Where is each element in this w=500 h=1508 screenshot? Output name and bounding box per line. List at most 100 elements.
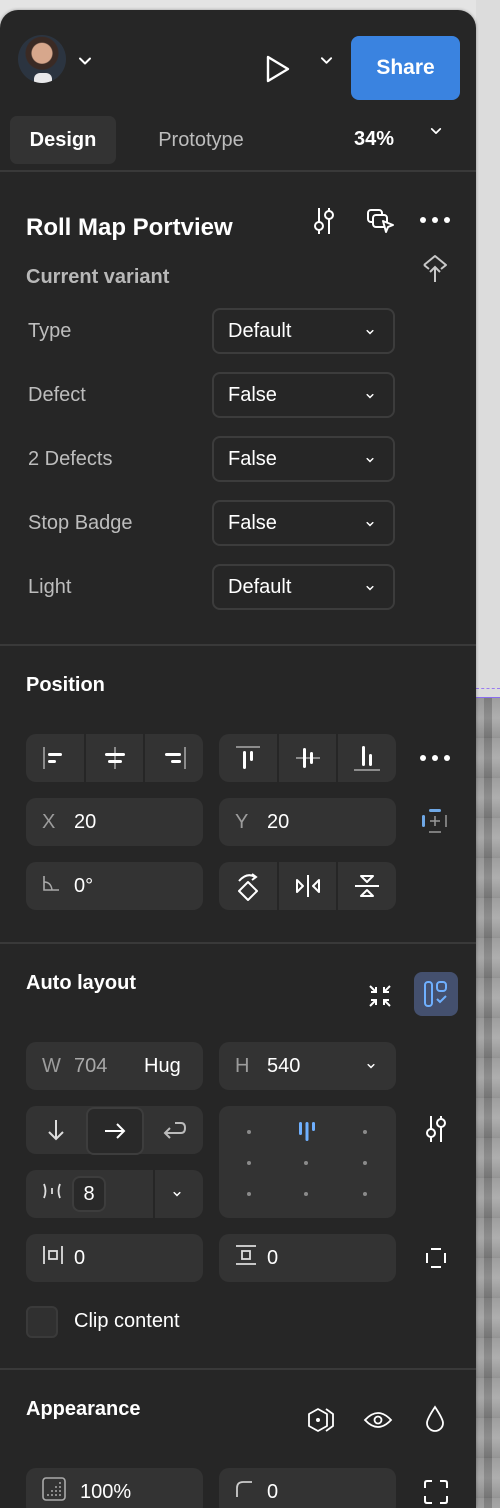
flip-horizontal-icon bbox=[295, 875, 320, 897]
component-properties-icon[interactable] bbox=[310, 206, 338, 236]
divider bbox=[0, 1368, 476, 1370]
remove-auto-layout-icon[interactable] bbox=[366, 982, 394, 1010]
individual-padding-icon[interactable] bbox=[422, 1244, 450, 1272]
property-select-light[interactable]: Default bbox=[212, 564, 395, 610]
property-value: False bbox=[228, 383, 277, 406]
align-vertical-center-icon bbox=[295, 748, 320, 768]
rotate-90-button[interactable] bbox=[219, 862, 279, 910]
user-avatar[interactable] bbox=[18, 35, 66, 83]
advanced-layout-settings-icon[interactable] bbox=[422, 1114, 450, 1144]
horizontal-padding-input[interactable]: 0 bbox=[26, 1234, 203, 1282]
auto-layout-section-title: Auto layout bbox=[26, 972, 136, 994]
align-middle-center[interactable] bbox=[304, 1161, 308, 1165]
property-select-type[interactable]: Default bbox=[212, 308, 395, 354]
direction-horizontal-button[interactable] bbox=[86, 1107, 144, 1155]
tab-prototype[interactable]: Prototype bbox=[136, 116, 266, 164]
blend-mode-drop-icon[interactable] bbox=[424, 1404, 446, 1434]
vertical-padding-input[interactable]: 0 bbox=[219, 1234, 396, 1282]
divider bbox=[0, 644, 476, 646]
align-horizontal-center-button[interactable] bbox=[86, 734, 146, 782]
align-right-button[interactable] bbox=[145, 734, 203, 782]
flip-horizontal-button[interactable] bbox=[279, 862, 339, 910]
tab-design[interactable]: Design bbox=[10, 116, 116, 164]
corner-radius-input[interactable]: 0 bbox=[219, 1468, 396, 1508]
property-value: False bbox=[228, 447, 277, 470]
avatar-chevron-down-icon[interactable] bbox=[78, 54, 92, 68]
flip-vertical-button[interactable] bbox=[338, 862, 396, 910]
align-bottom-button[interactable] bbox=[338, 734, 396, 782]
property-select-defect[interactable]: False bbox=[212, 372, 395, 418]
y-position-input[interactable]: Y 20 bbox=[219, 798, 396, 846]
gap-input[interactable]: 8 bbox=[72, 1176, 106, 1212]
variable-mode-icon[interactable] bbox=[306, 1406, 336, 1434]
divider bbox=[0, 942, 476, 944]
align-bottom-left[interactable] bbox=[247, 1192, 251, 1196]
horizontal-padding-icon bbox=[42, 1244, 74, 1272]
align-middle-right[interactable] bbox=[363, 1161, 367, 1165]
corner-radius-icon bbox=[235, 1480, 267, 1504]
w-label: W bbox=[42, 1054, 61, 1077]
visibility-eye-icon[interactable] bbox=[362, 1408, 394, 1432]
x-label: X bbox=[42, 810, 56, 833]
layout-guide-toggle-button[interactable] bbox=[414, 972, 458, 1016]
rotation-input[interactable]: 0° bbox=[26, 862, 203, 910]
vertical-padding-icon bbox=[235, 1244, 267, 1272]
individual-corners-icon[interactable] bbox=[422, 1478, 450, 1506]
wrap-icon bbox=[163, 1122, 186, 1139]
width-input[interactable]: W 704 Hug bbox=[26, 1042, 203, 1090]
share-button[interactable]: Share bbox=[351, 36, 460, 100]
alignment-grid[interactable] bbox=[219, 1106, 396, 1218]
canvas-frame-preview bbox=[476, 698, 500, 1508]
selection-guide bbox=[476, 688, 500, 689]
property-label: Defect bbox=[28, 384, 86, 406]
arrow-down-icon bbox=[47, 1120, 64, 1141]
horizontal-align-group bbox=[26, 734, 203, 782]
align-vertical-center-button[interactable] bbox=[279, 734, 339, 782]
h-value: 540 bbox=[267, 1054, 301, 1077]
zoom-level[interactable]: 34% bbox=[354, 128, 394, 151]
opacity-icon bbox=[42, 1477, 80, 1507]
align-top-left[interactable] bbox=[247, 1130, 251, 1134]
direction-wrap-button[interactable] bbox=[144, 1106, 203, 1154]
constraints-icon[interactable] bbox=[420, 807, 450, 835]
present-chevron-down-icon[interactable] bbox=[320, 54, 333, 67]
x-position-input[interactable]: X 20 bbox=[26, 798, 203, 846]
more-alignment-options-icon[interactable] bbox=[418, 750, 452, 766]
flip-vertical-icon bbox=[355, 875, 380, 897]
height-input[interactable]: H 540 bbox=[219, 1042, 396, 1090]
gap-chevron-down-icon[interactable] bbox=[172, 1189, 182, 1199]
select-instances-icon[interactable] bbox=[366, 208, 396, 236]
align-left-icon bbox=[43, 747, 62, 769]
align-bottom-center[interactable] bbox=[304, 1192, 308, 1196]
align-right-icon bbox=[165, 747, 186, 769]
clip-content-label: Clip content bbox=[74, 1310, 180, 1332]
go-to-main-component-icon[interactable] bbox=[420, 252, 450, 284]
design-panel: Share Design Prototype 34% Roll Map Port… bbox=[0, 10, 476, 1508]
align-top-center-active-icon[interactable] bbox=[294, 1120, 320, 1144]
align-top-right[interactable] bbox=[363, 1130, 367, 1134]
y-label: Y bbox=[235, 810, 249, 833]
transform-group bbox=[219, 862, 396, 910]
zoom-chevron-down-icon[interactable] bbox=[430, 125, 442, 137]
direction-vertical-button[interactable] bbox=[26, 1106, 85, 1154]
property-value: Default bbox=[228, 319, 292, 342]
chevron-down-icon bbox=[365, 327, 375, 337]
w-mode[interactable]: Hug bbox=[144, 1055, 181, 1078]
arrow-right-icon bbox=[105, 1123, 126, 1139]
corner-radius-value: 0 bbox=[267, 1480, 279, 1503]
align-bottom-right[interactable] bbox=[363, 1192, 367, 1196]
chevron-down-icon bbox=[365, 583, 375, 593]
align-top-button[interactable] bbox=[219, 734, 279, 782]
more-options-icon[interactable] bbox=[418, 212, 452, 228]
h-label: H bbox=[235, 1054, 250, 1077]
property-select-stop-badge[interactable]: False bbox=[212, 500, 395, 546]
align-left-button[interactable] bbox=[26, 734, 86, 782]
opacity-input[interactable]: 100% bbox=[26, 1468, 203, 1508]
align-middle-left[interactable] bbox=[247, 1161, 251, 1165]
vertical-padding-value: 0 bbox=[267, 1246, 279, 1269]
clip-content-checkbox[interactable] bbox=[26, 1306, 58, 1338]
present-play-button[interactable] bbox=[258, 50, 298, 88]
height-chevron-down-icon[interactable] bbox=[366, 1061, 376, 1071]
chevron-down-icon bbox=[365, 455, 375, 465]
property-select-2-defects[interactable]: False bbox=[212, 436, 395, 482]
